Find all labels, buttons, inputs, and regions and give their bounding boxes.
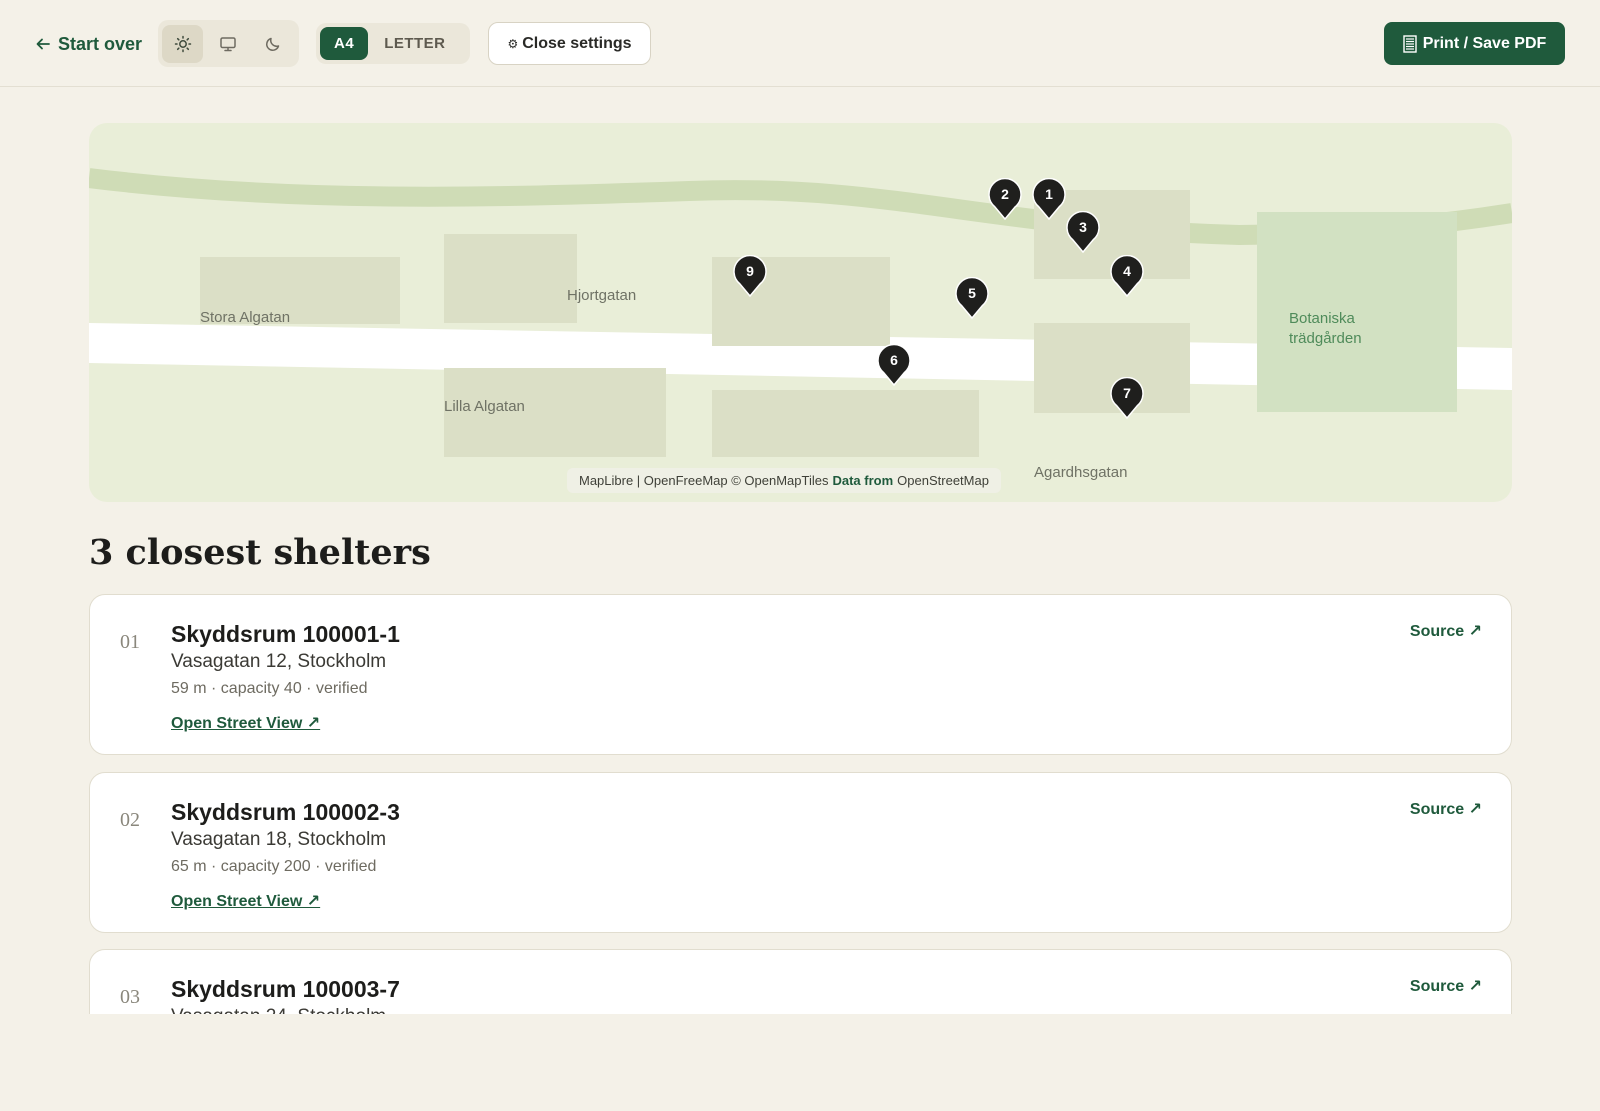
street-label-lilla-algatan: Lilla Algatan [444, 398, 525, 415]
close-settings-button[interactable]: ⚙ Close settings [488, 22, 651, 65]
marker-label: 7 [1123, 385, 1131, 401]
map-marker-1[interactable]: 1 [1032, 178, 1066, 220]
arrow-left-icon [36, 38, 50, 50]
map-marker-2[interactable]: 2 [988, 178, 1022, 220]
moon-icon [265, 37, 279, 51]
paper-letter-button[interactable]: LETTER [370, 27, 459, 60]
street-label-agardhsgatan: Agardhsgatan [1034, 464, 1128, 481]
shelter-card: 03 Skyddsrum 100003-7 Vasagatan 24, Stoc… [89, 949, 1512, 1014]
paper-size-switcher: A4 LETTER [316, 23, 470, 64]
toolbar: Start over A4 LETTER ⚙ Close settings Pr… [0, 0, 1600, 87]
marker-label: 3 [1079, 219, 1087, 235]
map-marker-3[interactable]: 3 [1066, 211, 1100, 253]
street-label-stora-algatan: Stora Algatan [200, 309, 291, 326]
shelter-name: Skyddsrum 100002-3 [171, 799, 400, 825]
attribution-prefix: MapLibre | OpenFreeMap © OpenMapTiles [579, 473, 829, 488]
shelter-name: Skyddsrum 100001-1 [171, 621, 400, 647]
map-marker-4[interactable]: 4 [1110, 255, 1144, 297]
shelter-index: 03 [120, 986, 140, 1008]
shelter-name: Skyddsrum 100003-7 [171, 976, 400, 1002]
theme-dark-button[interactable] [252, 25, 293, 63]
gear-icon: ⚙ [507, 36, 519, 51]
marker-label: 5 [968, 285, 976, 301]
marker-label: 2 [1001, 186, 1009, 202]
sun-icon [174, 35, 191, 52]
shelter-card: 01 Skyddsrum 100001-1 Vasagatan 12, Stoc… [89, 594, 1512, 755]
map-marker-6[interactable]: 6 [877, 344, 911, 386]
marker-label: 9 [746, 263, 754, 279]
monitor-icon [219, 36, 236, 51]
street-label-hjortgatan: Hjortgatan [567, 287, 637, 304]
street-view-link[interactable]: Open Street View ↗ [171, 891, 320, 911]
print-button[interactable]: Print / Save PDF [1384, 22, 1565, 65]
map-marker-7[interactable]: 7 [1110, 377, 1144, 419]
marker-label: 6 [890, 352, 898, 368]
marker-label: 1 [1045, 186, 1053, 202]
start-over-button[interactable]: Start over [36, 30, 142, 58]
shelter-meta: 65 m · capacity 200 · verified [171, 858, 377, 875]
attribution-suffix: OpenStreetMap [897, 473, 989, 488]
shelter-address: Vasagatan 18, Stockholm [171, 829, 387, 850]
paper-a4-button[interactable]: A4 [320, 27, 369, 60]
source-link[interactable]: Source ↗ [1410, 799, 1482, 819]
attribution-data-from: Data from [832, 473, 894, 488]
results-title: 3 closest shelters [89, 532, 431, 573]
marker-label: 4 [1123, 263, 1131, 279]
close-settings-label: Close settings [522, 34, 632, 52]
source-link[interactable]: Source ↗ [1410, 976, 1482, 996]
theme-light-button[interactable] [162, 24, 203, 63]
source-link[interactable]: Source ↗ [1410, 621, 1482, 641]
shelter-address: Vasagatan 24, Stockholm [171, 1006, 386, 1014]
shelter-card: 02 Skyddsrum 100002-3 Vasagatan 18, Stoc… [89, 772, 1512, 933]
document-icon [1403, 34, 1417, 53]
shelter-index: 02 [120, 809, 140, 831]
print-label: Print / Save PDF [1422, 34, 1547, 52]
theme-system-button[interactable] [207, 25, 248, 63]
start-over-label: Start over [58, 33, 143, 54]
shelter-meta: 59 m · capacity 40 · verified [171, 680, 368, 697]
theme-switcher [158, 20, 299, 67]
map-marker-5[interactable]: 5 [955, 277, 989, 319]
map-marker-9[interactable]: 9 [733, 255, 767, 297]
map-attribution[interactable]: MapLibre | OpenFreeMap © OpenMapTiles Da… [567, 468, 1001, 493]
shelter-address: Vasagatan 12, Stockholm [171, 651, 387, 672]
park-label: Botaniska trädgården [1289, 310, 1362, 347]
street-view-link[interactable]: Open Street View ↗ [171, 713, 320, 733]
shelter-index: 01 [120, 631, 140, 653]
map[interactable]: Stora Algatan Hjortgatan Lilla Algatan A… [89, 123, 1512, 502]
shelter-list: 01 Skyddsrum 100001-1 Vasagatan 12, Stoc… [89, 594, 1512, 1014]
